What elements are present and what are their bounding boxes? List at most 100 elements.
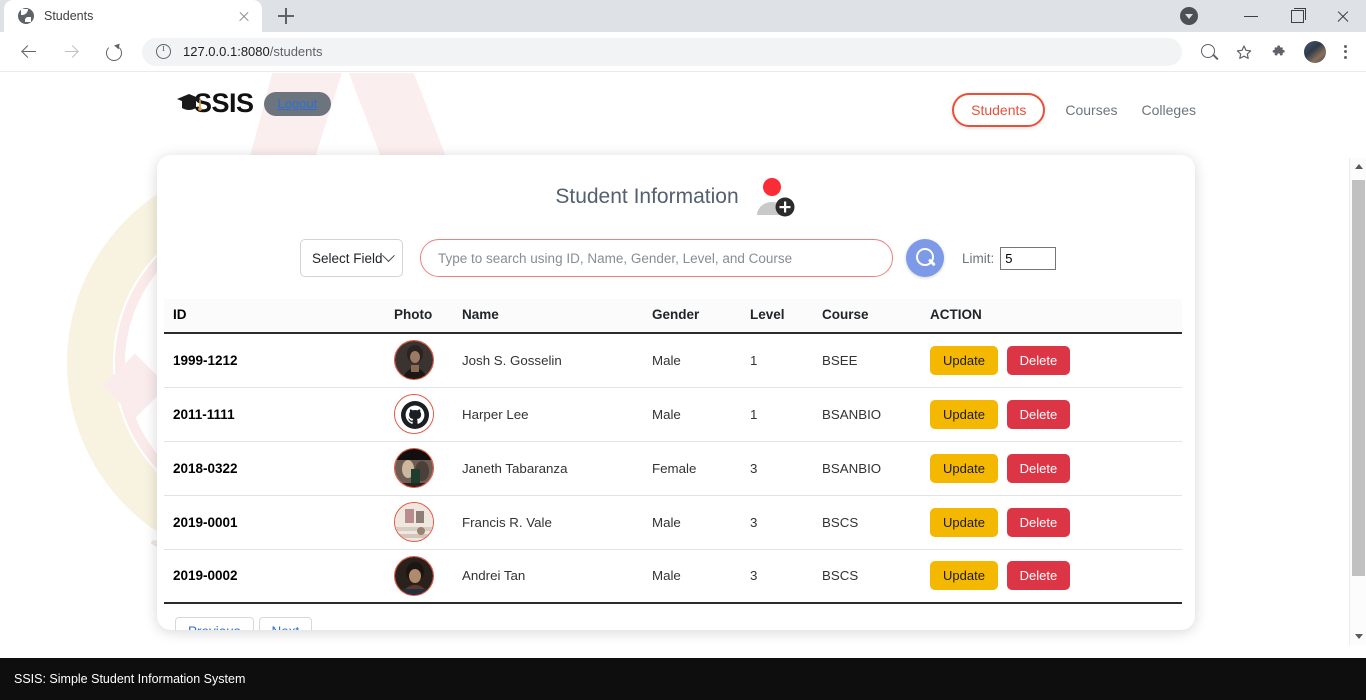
previous-page-button[interactable]: Previous (175, 617, 254, 630)
delete-button[interactable]: Delete (1006, 399, 1071, 429)
brand-name: SSIS (194, 88, 254, 118)
limit-input[interactable] (1000, 246, 1057, 270)
back-arrow-icon[interactable] (13, 36, 45, 68)
cell-gender: Male (652, 387, 750, 442)
maximize-icon[interactable] (1274, 0, 1320, 32)
cell-name: Andrei Tan (462, 549, 652, 604)
delete-button[interactable]: Delete (1006, 453, 1071, 483)
close-icon[interactable] (236, 8, 252, 24)
cell-course: BSEE (822, 333, 930, 388)
address-bar-url: 127.0.0.1:8080/students (183, 44, 323, 59)
scroll-down-arrow-icon[interactable] (1350, 628, 1366, 645)
site-info-icon[interactable] (156, 43, 171, 59)
cell-action: Update Delete (930, 387, 1182, 442)
table-row: 2011-1111 Harper Lee Male 1 BSANBIO Upda… (164, 387, 1182, 442)
students-table: ID Photo Name Gender Level Course ACTION… (164, 299, 1182, 604)
cell-id: 2019-0001 (164, 495, 394, 550)
update-button[interactable]: Update (930, 345, 998, 375)
zoom-out-icon[interactable] (1193, 37, 1223, 67)
cell-action: Update Delete (930, 441, 1182, 496)
student-information-card: Student Information Select Field Lim (157, 155, 1195, 630)
download-indicator-icon[interactable] (1180, 7, 1198, 25)
cell-photo (394, 549, 462, 604)
github-logo-icon (395, 395, 433, 433)
column-header-id: ID (164, 299, 394, 334)
site-header: SSIS Logout Students Courses Colleges (0, 73, 1366, 139)
cell-level: 3 (750, 495, 822, 550)
brand[interactable]: SSIS Logout (176, 88, 332, 119)
nav-item-colleges[interactable]: Colleges (1132, 96, 1206, 124)
delete-button[interactable]: Delete (1006, 507, 1071, 537)
scrollbar-thumb[interactable] (1352, 180, 1365, 576)
student-photo-icon (395, 449, 433, 487)
column-header-course: Course (822, 299, 930, 334)
reload-icon[interactable] (97, 36, 129, 68)
page-scrollbar[interactable] (1349, 158, 1366, 645)
update-button[interactable]: Update (930, 561, 998, 591)
cell-gender: Male (652, 549, 750, 604)
cell-name: Harper Lee (462, 387, 652, 442)
column-header-action: ACTION (930, 299, 1182, 334)
browser-tab-students[interactable]: Students (4, 0, 262, 32)
delete-button[interactable]: Delete (1006, 561, 1071, 591)
delete-button[interactable]: Delete (1006, 345, 1071, 375)
nav-item-courses[interactable]: Courses (1055, 96, 1127, 124)
student-photo-icon (395, 341, 433, 380)
scroll-up-arrow-icon[interactable] (1350, 158, 1366, 175)
cell-level: 3 (750, 549, 822, 604)
cell-level: 3 (750, 441, 822, 496)
url-path: /students (269, 44, 323, 59)
cell-photo (394, 495, 462, 550)
cell-action: Update Delete (930, 333, 1182, 388)
cell-course: BSCS (822, 549, 930, 604)
chevron-down-icon (382, 248, 395, 262)
minimize-icon[interactable] (1228, 0, 1274, 32)
pagination: Previous Next (157, 604, 1195, 630)
window-controls (1180, 0, 1366, 32)
students-table-head: ID Photo Name Gender Level Course ACTION (164, 299, 1182, 334)
cell-photo (394, 333, 462, 388)
update-button[interactable]: Update (930, 399, 998, 429)
chrome-menu-kebab-icon[interactable] (1332, 37, 1358, 67)
nav-item-students[interactable]: Students (952, 93, 1046, 127)
add-person-icon[interactable] (753, 177, 797, 217)
update-button[interactable]: Update (930, 453, 998, 483)
site-footer: SSIS: Simple Student Information System (0, 658, 1366, 700)
avatar (394, 340, 434, 381)
avatar (394, 502, 434, 542)
next-page-button[interactable]: Next (258, 617, 313, 630)
avatar (394, 394, 434, 434)
search-magnifier-icon[interactable] (906, 239, 944, 277)
avatar (394, 448, 434, 488)
student-photo-icon (395, 503, 433, 541)
cell-course: BSANBIO (822, 387, 930, 442)
table-row: 2019-0002 Andrei Tan Male 3 BSCS Update … (164, 549, 1182, 604)
column-header-photo: Photo (394, 299, 462, 334)
bookmark-star-icon[interactable] (1229, 37, 1259, 67)
cell-id: 2011-1111 (164, 387, 394, 442)
cell-course: BSANBIO (822, 441, 930, 496)
column-header-level: Level (750, 299, 822, 334)
select-field-dropdown[interactable]: Select Field (300, 239, 403, 277)
cell-level: 1 (750, 333, 822, 388)
cell-gender: Male (652, 333, 750, 388)
table-row: 1999-1212 Josh S. Gosselin Male 1 BSEE U… (164, 333, 1182, 388)
cell-photo (394, 387, 462, 442)
close-window-icon[interactable] (1320, 0, 1366, 32)
footer-text: SSIS: Simple Student Information System (14, 672, 246, 686)
update-button[interactable]: Update (930, 507, 998, 537)
profile-avatar-icon[interactable] (1304, 40, 1326, 63)
forward-arrow-icon[interactable] (55, 36, 87, 68)
logout-button[interactable]: Logout (263, 91, 332, 116)
table-header-row: ID Photo Name Gender Level Course ACTION (164, 299, 1182, 334)
cell-gender: Female (652, 441, 750, 496)
address-bar[interactable]: 127.0.0.1:8080/students (142, 37, 1182, 66)
graduation-cap-icon (177, 93, 202, 111)
cell-action: Update Delete (930, 549, 1182, 604)
search-input[interactable] (420, 239, 893, 277)
cell-gender: Male (652, 495, 750, 550)
extensions-puzzle-icon[interactable] (1265, 37, 1295, 67)
page-content: M S U - I L I G A N SSIS Logou (0, 73, 1366, 658)
limit-label: Limit: (962, 250, 995, 266)
new-tab-button[interactable] (272, 2, 300, 30)
